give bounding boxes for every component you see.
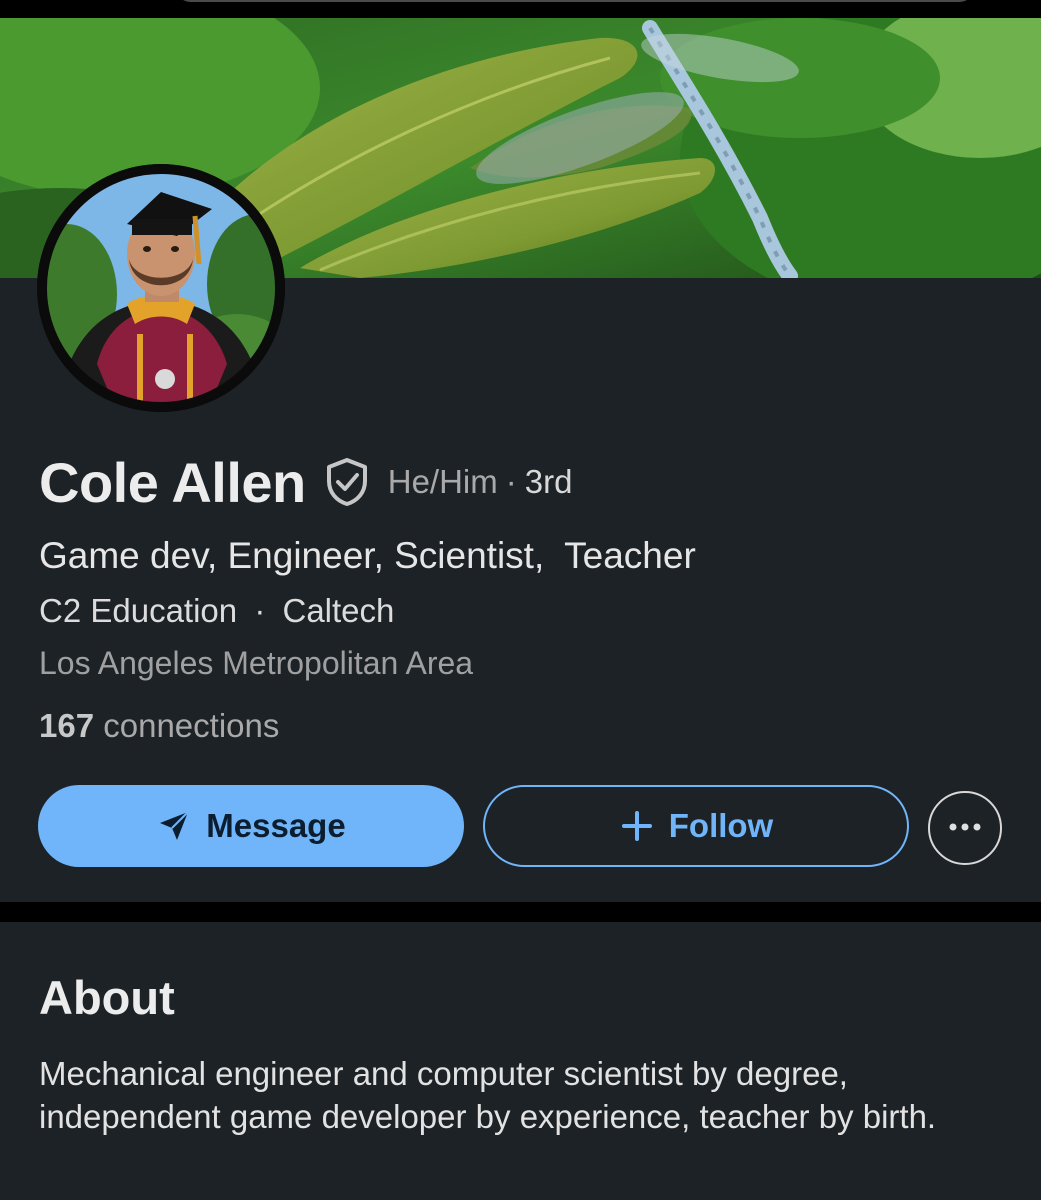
follow-label: Follow <box>668 807 774 844</box>
school-name[interactable]: Caltech <box>282 592 394 629</box>
connections-link[interactable]: 167 connections <box>39 707 279 745</box>
company-name[interactable]: C2 Education <box>39 592 237 629</box>
profile-location: Los Angeles Metropolitan Area <box>39 645 474 681</box>
name-row: Cole Allen He/Him · 3rd <box>39 450 572 514</box>
profile-headline: Game dev, Engineer, Scientist, Teacher <box>39 535 696 576</box>
follow-button[interactable]: Follow <box>483 785 909 867</box>
about-section: About Mechanical engineer and computer s… <box>0 922 1041 1200</box>
separator-dot: · <box>505 463 517 500</box>
connection-degree: 3rd <box>524 463 573 500</box>
more-horizontal-icon <box>947 819 983 837</box>
verified-shield-icon[interactable] <box>324 457 370 507</box>
separator-dot: · <box>254 592 266 629</box>
profile-name: Cole Allen <box>39 450 306 514</box>
more-actions-button[interactable] <box>928 791 1002 865</box>
plus-icon <box>619 808 655 844</box>
message-label: Message <box>206 807 346 844</box>
connections-count: 167 <box>39 707 95 744</box>
about-title: About <box>39 971 175 1024</box>
pronouns: He/Him <box>387 463 498 500</box>
message-button[interactable]: Message <box>38 785 464 867</box>
search-bar[interactable] <box>175 0 975 2</box>
company-school-row: C2 Education · Caltech <box>39 592 394 630</box>
connections-label: connections <box>103 707 280 744</box>
profile-avatar[interactable] <box>37 164 285 412</box>
send-icon <box>156 808 192 844</box>
top-bar <box>0 0 1041 18</box>
about-text: Mechanical engineer and computer scienti… <box>39 1055 937 1135</box>
